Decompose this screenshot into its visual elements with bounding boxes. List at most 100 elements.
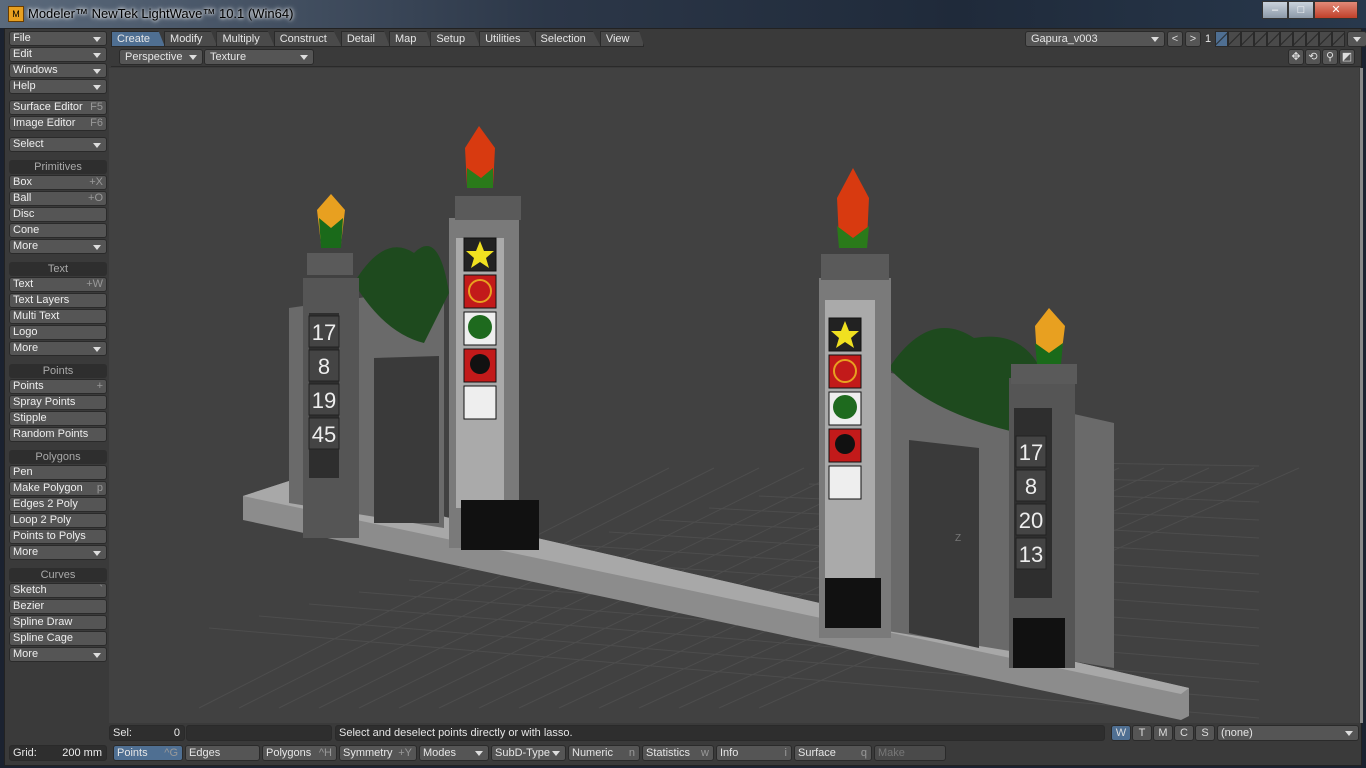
mode-button-w[interactable]: W: [1111, 725, 1131, 741]
text-logo-button[interactable]: Logo: [9, 325, 107, 340]
numeric-button[interactable]: Numeric n: [568, 745, 640, 761]
move-icon[interactable]: ✥: [1288, 49, 1304, 65]
tab-create[interactable]: Create: [111, 31, 166, 47]
primitives-more-button[interactable]: More: [9, 239, 107, 254]
subd-type-button[interactable]: SubD-Type: [491, 745, 566, 761]
close-button[interactable]: ✕: [1314, 1, 1358, 19]
polygons-pen-button[interactable]: Pen: [9, 465, 107, 480]
bottom-toolbar: Grid: 200 mm Points ^G Edges Polygons ^H Symme…: [9, 745, 1359, 763]
layer-button[interactable]: [1241, 31, 1255, 47]
layer-button[interactable]: [1319, 31, 1333, 47]
maximize-icon[interactable]: ◩: [1339, 49, 1355, 65]
text-multi-text-button[interactable]: Multi Text: [9, 309, 107, 324]
curves-sketch-button[interactable]: Sketch `: [9, 583, 107, 598]
points-stipple-button[interactable]: Stipple: [9, 411, 107, 426]
render-mode-select[interactable]: Texture: [204, 49, 314, 65]
pillar-number: 19: [312, 388, 336, 413]
shortcut-hint: +X: [89, 176, 103, 188]
curves-spline-cage-button[interactable]: Spline Cage: [9, 631, 107, 646]
minimize-button[interactable]: –: [1262, 1, 1288, 19]
zoom-icon[interactable]: ⚲: [1322, 49, 1338, 65]
polygons-points-to-polys-button[interactable]: Points to Polys: [9, 529, 107, 544]
surface-button[interactable]: Surface q: [794, 745, 872, 761]
polygons-more-button[interactable]: More: [9, 545, 107, 560]
button-label: Points to Polys: [13, 530, 86, 542]
layer-menu-button[interactable]: [1347, 31, 1366, 47]
text-more-button[interactable]: More: [9, 341, 107, 356]
points-random-points-button[interactable]: Random Points: [9, 427, 107, 442]
menu-help[interactable]: Help: [9, 79, 107, 94]
statistics-button[interactable]: Statistics w: [642, 745, 714, 761]
object-select[interactable]: Gapura_v003: [1025, 31, 1165, 47]
menu-windows[interactable]: Windows: [9, 63, 107, 78]
tab-modify[interactable]: Modify: [164, 31, 218, 47]
points-spray-points-button[interactable]: Spray Points: [9, 395, 107, 410]
image-editor-button[interactable]: Image Editor F6: [9, 116, 107, 131]
view-type-select[interactable]: Perspective: [119, 49, 203, 65]
tab-view[interactable]: View: [599, 31, 645, 47]
text-text-layers-button[interactable]: Text Layers: [9, 293, 107, 308]
layer-button[interactable]: [1215, 31, 1229, 47]
curves-more-button[interactable]: More: [9, 647, 107, 662]
polygons-make-polygon-button[interactable]: Make Polygon p: [9, 481, 107, 496]
primitives-cone-button[interactable]: Cone: [9, 223, 107, 238]
primitives-box-button[interactable]: Box +X: [9, 175, 107, 190]
axis-label-z: Z: [955, 533, 961, 544]
pillar-number: 8: [1025, 474, 1037, 499]
vmap-select[interactable]: (none): [1217, 725, 1359, 741]
polygons-button[interactable]: Polygons ^H: [262, 745, 337, 761]
info-button[interactable]: Info i: [716, 745, 792, 761]
perspective-viewport[interactable]: 17 8 19 45 17 8 20 13 Z: [109, 68, 1359, 723]
tab-setup[interactable]: Setup: [430, 31, 481, 47]
chevron-down-icon: [475, 751, 483, 756]
tab-multiply[interactable]: Multiply: [216, 31, 275, 47]
maximize-button[interactable]: □: [1288, 1, 1314, 19]
points-button[interactable]: Points ^G: [113, 745, 183, 761]
polygons-edges-2-poly-button[interactable]: Edges 2 Poly: [9, 497, 107, 512]
points-points-button[interactable]: Points +: [9, 379, 107, 394]
tab-construct[interactable]: Construct: [273, 31, 342, 47]
button-label: Modes: [423, 747, 457, 759]
layer-button[interactable]: [1332, 31, 1346, 47]
button-label: Make Polygon: [13, 482, 83, 494]
edges-button[interactable]: Edges: [185, 745, 260, 761]
primitives-ball-button[interactable]: Ball +O: [9, 191, 107, 206]
shortcut-hint: F5: [90, 101, 103, 113]
button-label: Spline Cage: [13, 632, 73, 644]
primitives-disc-button[interactable]: Disc: [9, 207, 107, 222]
polygons-loop-2-poly-button[interactable]: Loop 2 Poly: [9, 513, 107, 528]
layer-button[interactable]: [1228, 31, 1242, 47]
status-bar: Sel: 0 Select and deselect points directl…: [109, 725, 1359, 743]
select-dropdown[interactable]: Select: [9, 137, 107, 152]
menu-file[interactable]: File: [9, 31, 107, 46]
prev-layer-button[interactable]: <: [1167, 31, 1183, 47]
modes-button[interactable]: Modes: [419, 745, 489, 761]
chevron-down-icon: [93, 53, 101, 58]
tab-utilities[interactable]: Utilities: [479, 31, 536, 47]
layer-button[interactable]: [1293, 31, 1307, 47]
curves-bezier-button[interactable]: Bezier: [9, 599, 107, 614]
grid-label: Grid:: [13, 747, 37, 759]
layer-button[interactable]: [1306, 31, 1320, 47]
mode-button-t[interactable]: T: [1132, 725, 1152, 741]
menu-edit[interactable]: Edit: [9, 47, 107, 62]
shortcut-hint: +W: [86, 278, 103, 290]
layer-button[interactable]: [1280, 31, 1294, 47]
rotate-icon[interactable]: ⟲: [1305, 49, 1321, 65]
mode-button-m[interactable]: M: [1153, 725, 1173, 741]
symmetry-button[interactable]: Symmetry +Y: [339, 745, 417, 761]
text-text-button[interactable]: Text +W: [9, 277, 107, 292]
mode-button-c[interactable]: C: [1174, 725, 1194, 741]
tab-map[interactable]: Map: [388, 31, 432, 47]
tab-detail[interactable]: Detail: [340, 31, 390, 47]
button-label: Ball: [13, 192, 32, 204]
next-layer-button[interactable]: >: [1185, 31, 1201, 47]
surface-editor-button[interactable]: Surface Editor F5: [9, 100, 107, 115]
curves-spline-draw-button[interactable]: Spline Draw: [9, 615, 107, 630]
layer-button[interactable]: [1267, 31, 1281, 47]
tab-selection[interactable]: Selection: [534, 31, 601, 47]
viewport-scrollbar[interactable]: [1360, 68, 1363, 723]
pillar-number: 13: [1019, 542, 1043, 567]
mode-button-s[interactable]: S: [1195, 725, 1215, 741]
layer-button[interactable]: [1254, 31, 1268, 47]
